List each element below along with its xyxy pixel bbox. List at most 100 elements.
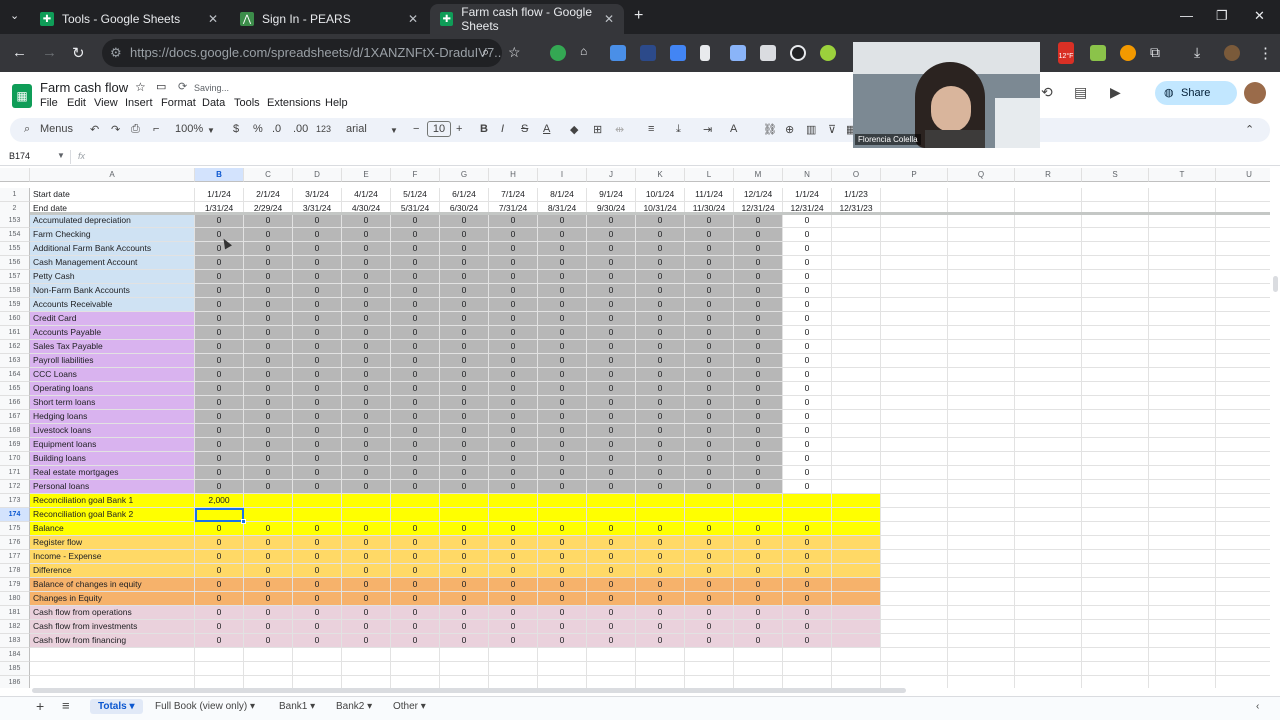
empty-cell[interactable] <box>1015 242 1082 256</box>
value-cell[interactable]: 0 <box>636 368 685 382</box>
empty-cell[interactable] <box>1082 508 1149 522</box>
row-header[interactable]: 1 <box>0 188 30 202</box>
empty-cell[interactable] <box>783 648 832 662</box>
value-cell[interactable]: 0 <box>440 634 489 648</box>
value-cell[interactable]: 0 <box>342 214 391 228</box>
vertical-scrollbar[interactable] <box>1273 276 1278 292</box>
value-cell[interactable]: 0 <box>440 298 489 312</box>
empty-cell[interactable] <box>1149 606 1216 620</box>
value-cell[interactable]: 0 <box>342 606 391 620</box>
empty-cell[interactable] <box>587 662 636 676</box>
empty-cell[interactable] <box>1082 368 1149 382</box>
all-sheets-icon[interactable]: ≡ <box>62 698 70 713</box>
empty-cell[interactable] <box>881 494 948 508</box>
value-cell[interactable]: 0 <box>538 396 587 410</box>
empty-cell[interactable] <box>1216 214 1270 228</box>
empty-cell[interactable] <box>1082 382 1149 396</box>
empty-cell[interactable] <box>832 354 881 368</box>
value-cell[interactable]: 0 <box>587 620 636 634</box>
value-cell[interactable]: 0 <box>636 214 685 228</box>
empty-cell[interactable] <box>948 494 1015 508</box>
value-cell[interactable]: 0 <box>538 466 587 480</box>
value-cell[interactable]: 0 <box>244 326 293 340</box>
empty-cell[interactable] <box>1216 270 1270 284</box>
back-icon[interactable]: ← <box>12 44 27 61</box>
empty-cell[interactable] <box>881 564 948 578</box>
value-cell[interactable]: 0 <box>734 256 783 270</box>
empty-cell[interactable] <box>1149 634 1216 648</box>
value-cell[interactable]: 0 <box>440 340 489 354</box>
value-cell[interactable]: 0 <box>244 284 293 298</box>
value-cell[interactable]: 0 <box>783 606 832 620</box>
value-cell[interactable]: 2,000 <box>195 494 244 508</box>
vertical-align-icon[interactable]: ⤓ <box>676 123 681 136</box>
value-cell[interactable]: 0 <box>195 270 244 284</box>
row-header[interactable]: 185 <box>0 662 30 676</box>
value-cell[interactable]: 0 <box>489 592 538 606</box>
value-cell[interactable]: 0 <box>244 270 293 284</box>
value-cell[interactable]: 0 <box>195 438 244 452</box>
row-header[interactable]: 161 <box>0 326 30 340</box>
extensions-puzzle-icon[interactable]: ⧉ <box>1150 44 1160 61</box>
empty-cell[interactable] <box>1082 452 1149 466</box>
menu-data[interactable]: Data <box>202 97 225 109</box>
value-cell[interactable]: 0 <box>244 396 293 410</box>
row-header[interactable]: 173 <box>0 494 30 508</box>
row-header[interactable]: 166 <box>0 396 30 410</box>
empty-cell[interactable] <box>832 508 881 522</box>
empty-cell[interactable] <box>440 676 489 688</box>
value-cell[interactable]: 0 <box>391 578 440 592</box>
explore-collapse-icon[interactable]: ‹ <box>1256 701 1259 712</box>
empty-cell[interactable] <box>1015 620 1082 634</box>
value-cell[interactable]: 0 <box>489 578 538 592</box>
row-label[interactable]: Balance of changes in equity <box>30 578 195 592</box>
value-cell[interactable]: 0 <box>244 480 293 494</box>
value-cell[interactable]: 0 <box>244 620 293 634</box>
empty-cell[interactable] <box>1149 536 1216 550</box>
empty-cell[interactable] <box>1015 480 1082 494</box>
row-header[interactable]: 163 <box>0 354 30 368</box>
value-cell[interactable]: 0 <box>734 592 783 606</box>
empty-cell[interactable] <box>1216 354 1270 368</box>
row-header[interactable]: 183 <box>0 634 30 648</box>
value-cell[interactable]: 0 <box>440 536 489 550</box>
value-cell[interactable]: 0 <box>685 382 734 396</box>
value-cell[interactable]: 0 <box>636 326 685 340</box>
value-cell[interactable]: 0 <box>685 256 734 270</box>
value-cell[interactable]: 0 <box>636 382 685 396</box>
value-cell[interactable]: 0 <box>391 396 440 410</box>
value-cell[interactable]: 0 <box>783 634 832 648</box>
empty-cell[interactable] <box>244 494 293 508</box>
value-cell[interactable]: 0 <box>636 452 685 466</box>
empty-cell[interactable] <box>1015 326 1082 340</box>
value-cell[interactable]: 0 <box>489 396 538 410</box>
empty-cell[interactable] <box>1216 606 1270 620</box>
column-header-o[interactable]: O <box>832 168 881 182</box>
empty-cell[interactable] <box>1149 340 1216 354</box>
row-label[interactable]: CCC Loans <box>30 368 195 382</box>
empty-cell[interactable] <box>881 578 948 592</box>
value-cell[interactable]: 0 <box>783 340 832 354</box>
empty-cell[interactable] <box>1216 424 1270 438</box>
column-header-i[interactable]: I <box>538 168 587 182</box>
row-header[interactable]: 155 <box>0 242 30 256</box>
value-cell[interactable]: 0 <box>587 354 636 368</box>
value-cell[interactable]: 0 <box>244 578 293 592</box>
value-cell[interactable]: 0 <box>489 522 538 536</box>
value-cell[interactable]: 0 <box>391 592 440 606</box>
value-cell[interactable]: 0 <box>440 522 489 536</box>
empty-cell[interactable] <box>1149 382 1216 396</box>
empty-cell[interactable] <box>881 424 948 438</box>
empty-cell[interactable] <box>1082 676 1149 688</box>
empty-cell[interactable] <box>948 592 1015 606</box>
row-label[interactable]: Building loans <box>30 452 195 466</box>
value-cell[interactable]: 0 <box>636 634 685 648</box>
empty-cell[interactable] <box>1149 480 1216 494</box>
value-cell[interactable]: 0 <box>244 424 293 438</box>
font-select[interactable]: arial <box>346 123 367 135</box>
empty-cell[interactable] <box>881 312 948 326</box>
sheets-logo-icon[interactable]: ▦ <box>12 84 32 108</box>
value-cell[interactable]: 0 <box>734 620 783 634</box>
value-cell[interactable]: 0 <box>636 298 685 312</box>
empty-cell[interactable] <box>832 606 881 620</box>
